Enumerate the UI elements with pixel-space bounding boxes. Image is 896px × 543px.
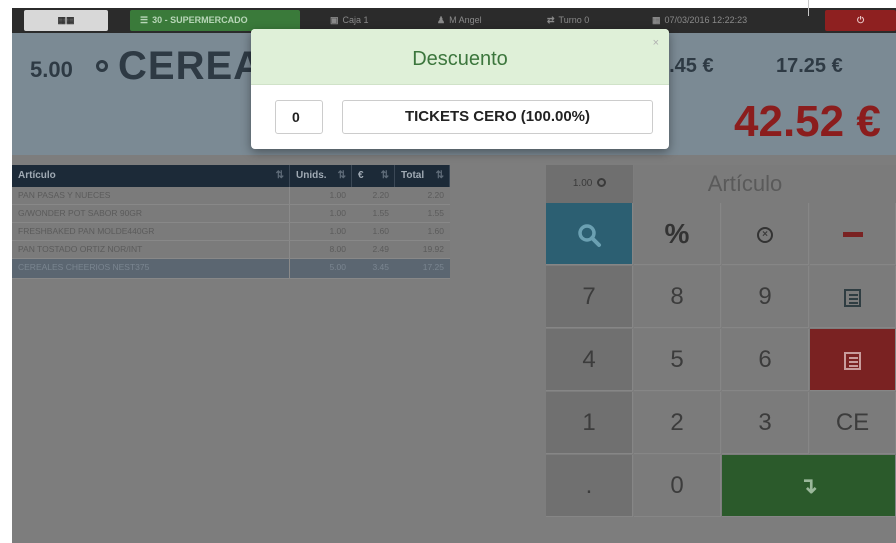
modal-header: Descuento × xyxy=(251,29,669,85)
enter-button[interactable]: ↴ xyxy=(722,455,896,517)
table-row[interactable]: FRESHBAKED PAN MOLDE440GR 1.00 1.60 1.60 xyxy=(12,223,450,241)
sort-icon: ⇅ xyxy=(275,170,284,181)
sort-icon: ⇅ xyxy=(380,170,389,181)
discount-modal: Descuento × TICKETS CERO (100.00%) xyxy=(251,29,669,149)
power-icon: ⏻ xyxy=(856,15,865,25)
modal-body: TICKETS CERO (100.00%) xyxy=(251,85,669,149)
cancel-circle-icon: × xyxy=(757,226,773,243)
header-article[interactable]: Artículo ⇅ xyxy=(12,165,290,187)
minus-button[interactable] xyxy=(810,203,896,265)
menu-grid-icon: ▦▦ xyxy=(57,15,75,25)
search-button[interactable] xyxy=(546,203,633,265)
divider xyxy=(808,0,809,16)
menu-button[interactable]: ▦▦ xyxy=(24,10,108,31)
header-units[interactable]: Unids. ⇅ xyxy=(290,165,352,187)
key-2[interactable]: 2 xyxy=(634,392,721,454)
ticket-table: Artículo ⇅ Unids. ⇅ € ⇅ Total ⇅ PAN PASAS Y … xyxy=(12,165,450,279)
display-quantity: 5.00 xyxy=(30,57,73,82)
key-4[interactable]: 4 xyxy=(546,329,633,391)
discount-option-button[interactable]: TICKETS CERO (100.00%) xyxy=(342,100,653,134)
top-margin xyxy=(0,0,896,8)
store-button[interactable]: ☰ 30 - SUPERMERCADO xyxy=(130,10,300,31)
pos-app: ▦▦ ☰ 30 - SUPERMERCADO ▣ Caja 1 ♟ M Angel ⇄… xyxy=(0,0,896,543)
key-6[interactable]: 6 xyxy=(722,329,809,391)
minus-icon xyxy=(842,232,863,238)
display-ticket-total: 42.52 € xyxy=(734,97,881,146)
power-button[interactable]: ⏻ xyxy=(825,10,896,31)
enter-arrow-icon: ↴ xyxy=(799,473,818,498)
sort-icon: ⇅ xyxy=(435,170,444,181)
cancel-line-button[interactable]: × xyxy=(722,203,809,265)
key-0[interactable]: 0 xyxy=(634,455,721,517)
key-9[interactable]: 9 xyxy=(722,266,809,328)
table-row-selected[interactable]: CEREALES CHEERIOS NEST375 5.00 3.45 17.2… xyxy=(12,259,450,279)
search-icon xyxy=(578,223,601,247)
percent-button[interactable]: % xyxy=(634,203,721,265)
key-1[interactable]: 1 xyxy=(546,392,633,454)
table-row[interactable]: PAN TOSTADO ORTIZ NOR/INT 8.00 2.49 19.9… xyxy=(12,241,450,259)
store-label: 30 - SUPERMERCADO xyxy=(152,15,248,25)
list-icon: ☰ xyxy=(140,15,149,25)
close-icon[interactable]: × xyxy=(653,37,659,49)
display-line-total: 17.25 € xyxy=(776,55,843,77)
quantity-display[interactable]: 1.00 xyxy=(546,165,633,203)
key-5[interactable]: 5 xyxy=(634,329,721,391)
header-price[interactable]: € ⇅ xyxy=(352,165,395,187)
modal-title: Descuento xyxy=(412,48,508,70)
article-input-label[interactable]: Artículo xyxy=(634,165,896,203)
discount-id-input[interactable] xyxy=(275,100,323,134)
table-row[interactable]: PAN PASAS Y NUECES 1.00 2.20 2.20 xyxy=(12,187,450,205)
list-icon xyxy=(844,351,861,370)
ticket-list-button[interactable] xyxy=(810,266,896,328)
circle-icon xyxy=(96,60,108,72)
header-total[interactable]: Total ⇅ xyxy=(395,165,450,187)
key-3[interactable]: 3 xyxy=(722,392,809,454)
key-dot[interactable]: . xyxy=(546,455,633,517)
table-header: Artículo ⇅ Unids. ⇅ € ⇅ Total ⇅ xyxy=(12,165,450,187)
table-row[interactable]: G/WONDER POT SABOR 90GR 1.00 1.55 1.55 xyxy=(12,205,450,223)
key-7[interactable]: 7 xyxy=(546,266,633,328)
list-icon xyxy=(844,288,861,307)
left-margin xyxy=(0,0,12,543)
circle-icon xyxy=(597,178,607,187)
clear-entry-button[interactable]: CE xyxy=(810,392,896,454)
key-8[interactable]: 8 xyxy=(634,266,721,328)
close-ticket-button[interactable] xyxy=(810,329,896,391)
sort-icon: ⇅ xyxy=(337,170,346,181)
